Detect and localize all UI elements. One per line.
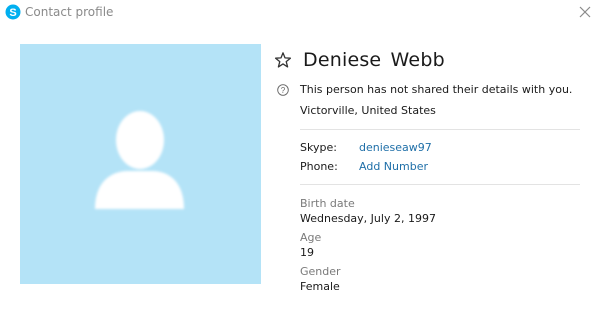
- avatar: [20, 44, 261, 284]
- default-person-icon: [95, 111, 184, 209]
- birth-date-value: Wednesday, July 2, 1997: [300, 212, 436, 225]
- svg-text:S: S: [9, 7, 16, 19]
- question-circle-icon: ?: [277, 84, 289, 96]
- privacy-notice: This person has not shared their details…: [300, 83, 573, 96]
- skype-logo-icon: S: [5, 4, 21, 20]
- contact-name: Deniese Webb: [303, 49, 445, 71]
- skype-label: Skype:: [300, 141, 337, 154]
- birth-date-label: Birth date: [300, 197, 355, 210]
- gender-value: Female: [300, 280, 340, 293]
- window-title: Contact profile: [25, 5, 114, 19]
- favorite-star-icon[interactable]: [274, 51, 292, 69]
- age-label: Age: [300, 231, 322, 244]
- divider: [300, 184, 580, 185]
- phone-label: Phone:: [300, 160, 338, 173]
- divider: [300, 129, 580, 130]
- close-icon[interactable]: [578, 5, 592, 19]
- gender-label: Gender: [300, 265, 341, 278]
- add-number-link[interactable]: Add Number: [359, 159, 428, 175]
- age-value: 19: [300, 246, 314, 259]
- skype-id-link[interactable]: denieseaw97: [359, 140, 432, 156]
- location: Victorville, United States: [300, 104, 436, 117]
- title-bar: S Contact profile: [0, 0, 600, 26]
- svg-text:?: ?: [281, 86, 286, 95]
